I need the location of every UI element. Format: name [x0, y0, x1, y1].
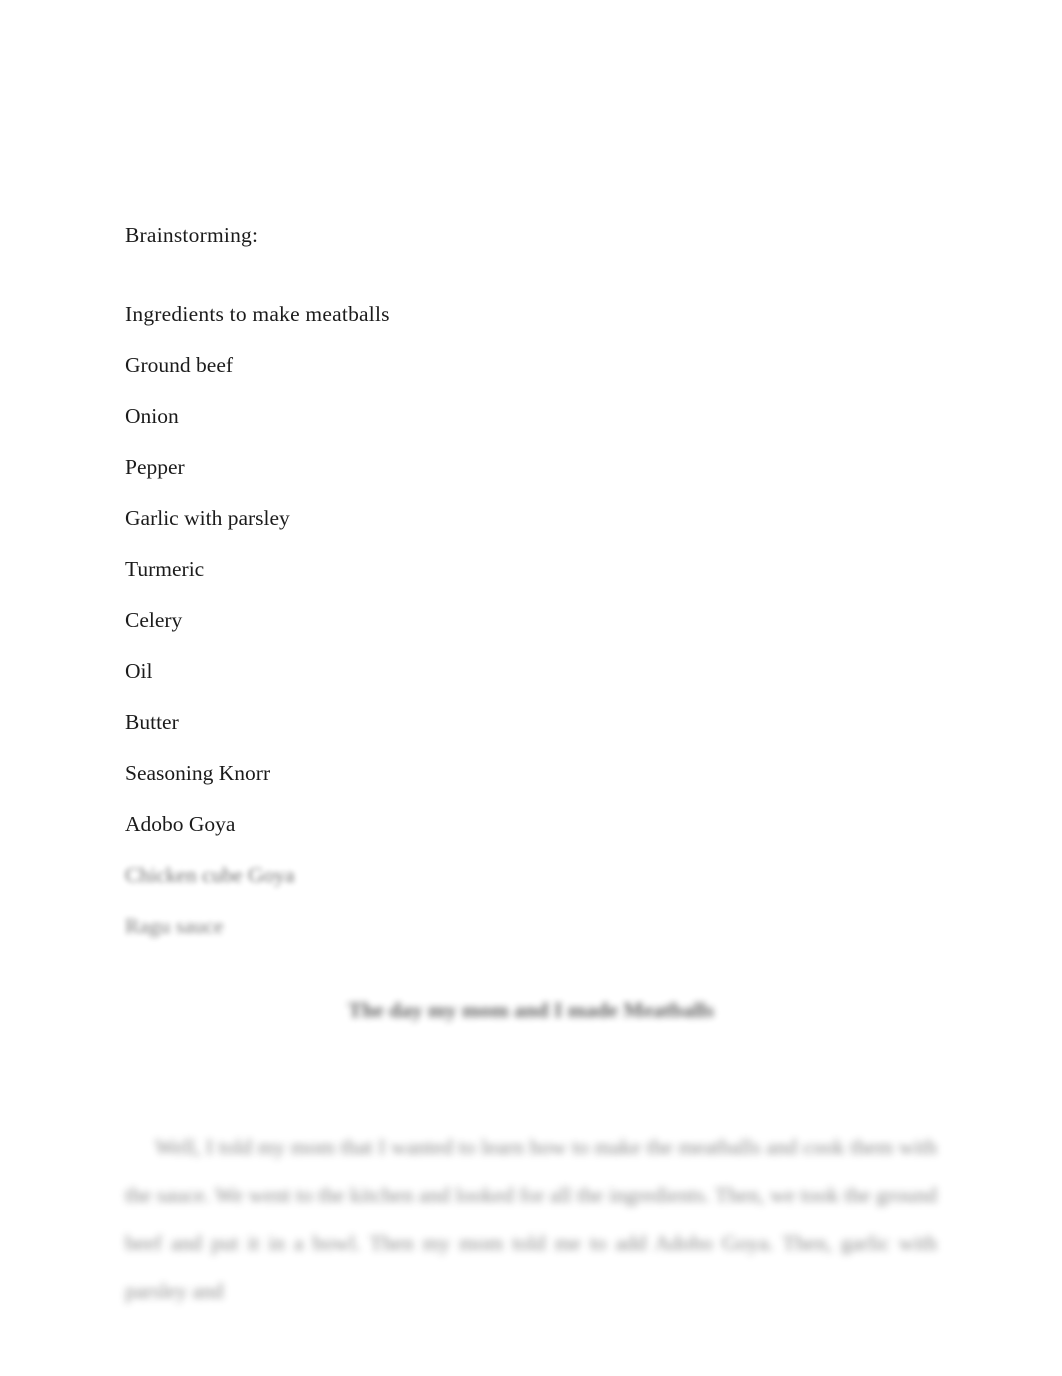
- list-item-blurred: Ragu sauce: [125, 913, 224, 938]
- list-item: Ground beef: [125, 352, 234, 377]
- list-item: Adobo Goya: [125, 811, 236, 836]
- list-item: Onion: [125, 403, 179, 428]
- essay-paragraph: Well, I told my mom that I wanted to lea…: [125, 1135, 937, 1303]
- document-body: Brainstorming: Ingredients to make meatb…: [125, 223, 937, 1303]
- list-item: Seasoning Knorr: [125, 760, 271, 785]
- ingredients-heading: Ingredients to make meatballs: [125, 301, 390, 326]
- list-item: Turmeric: [125, 556, 205, 581]
- essay-paragraph-block: Well, I told my mom that I wanted to lea…: [125, 1123, 937, 1315]
- ingredients-list: Ground beef Onion Pepper Garlic with par…: [125, 352, 937, 938]
- list-item: Celery: [125, 607, 183, 632]
- list-item: Garlic with parsley: [125, 505, 290, 530]
- page-title: Brainstorming:: [125, 223, 259, 247]
- list-item: Butter: [125, 709, 179, 734]
- essay-title: The day my mom and I made Meatballs: [347, 998, 715, 1022]
- list-item: Oil: [125, 658, 153, 683]
- document-page: Brainstorming: Ingredients to make meatb…: [0, 0, 1062, 1376]
- list-item-blurred: Chicken cube Goya: [125, 862, 295, 887]
- list-item: Pepper: [125, 454, 185, 479]
